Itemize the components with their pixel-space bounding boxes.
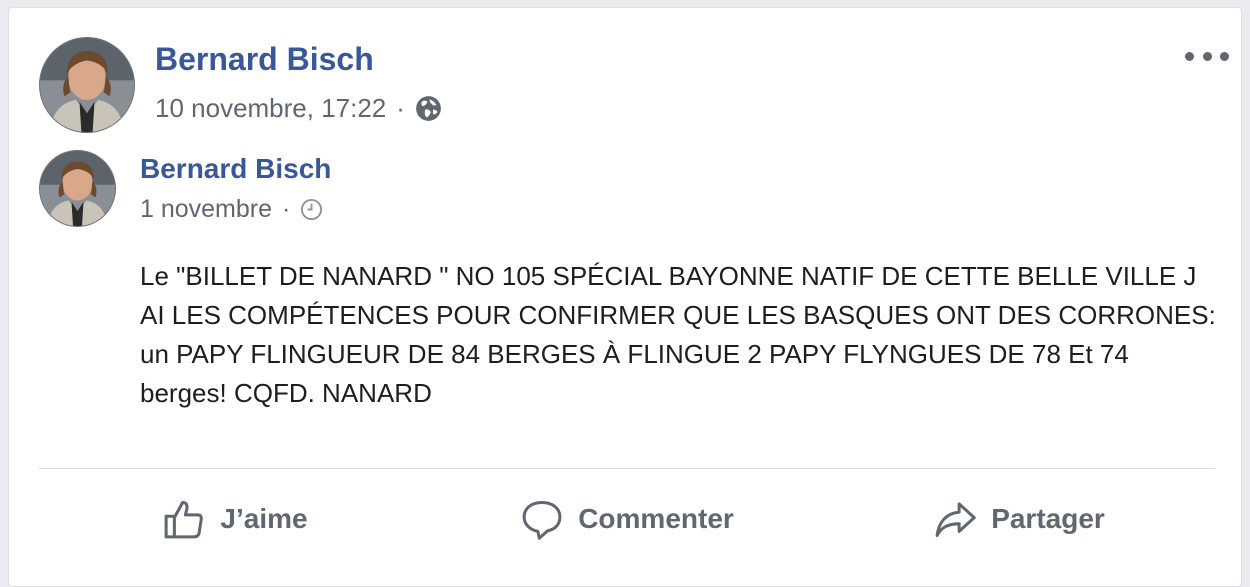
clock-icon [300, 198, 323, 221]
comment-label: Commenter [578, 503, 734, 534]
meta-separator: · [396, 93, 405, 123]
shared-post-timestamp[interactable]: 1 novembre [140, 195, 272, 224]
like-label: J’aime [220, 503, 308, 534]
post-meta: 10 novembre, 17:22 · [155, 93, 442, 124]
thumbs-up-icon [165, 500, 204, 539]
globe-icon[interactable] [415, 95, 442, 122]
divider [39, 468, 1215, 469]
comment-icon [522, 500, 562, 540]
share-arrow-icon [935, 502, 976, 538]
post-card: Bernard Bisch 10 novembre, 17:22 · Berna… [8, 7, 1242, 587]
action-bar: J’aime Commenter Partager [39, 478, 1215, 560]
shared-author-name[interactable]: Bernard Bisch [140, 153, 331, 185]
comment-button[interactable]: Commenter [431, 478, 823, 560]
share-label: Partager [991, 503, 1105, 534]
share-button[interactable]: Partager [823, 478, 1215, 560]
meta-separator: · [282, 195, 291, 223]
post-timestamp[interactable]: 10 novembre, 17:22 [155, 93, 386, 124]
author-avatar[interactable] [39, 37, 135, 133]
avatar-photo [40, 38, 134, 132]
post-text: Le "BILLET DE NANARD " NO 105 SPÉCIAL BA… [140, 261, 1216, 408]
more-options-icon[interactable] [1185, 46, 1229, 66]
avatar-photo [40, 151, 115, 226]
post-author-name[interactable]: Bernard Bisch [155, 41, 374, 78]
like-button[interactable]: J’aime [39, 478, 431, 560]
shared-post-meta: 1 novembre · [140, 195, 323, 224]
shared-author-avatar[interactable] [39, 150, 116, 227]
